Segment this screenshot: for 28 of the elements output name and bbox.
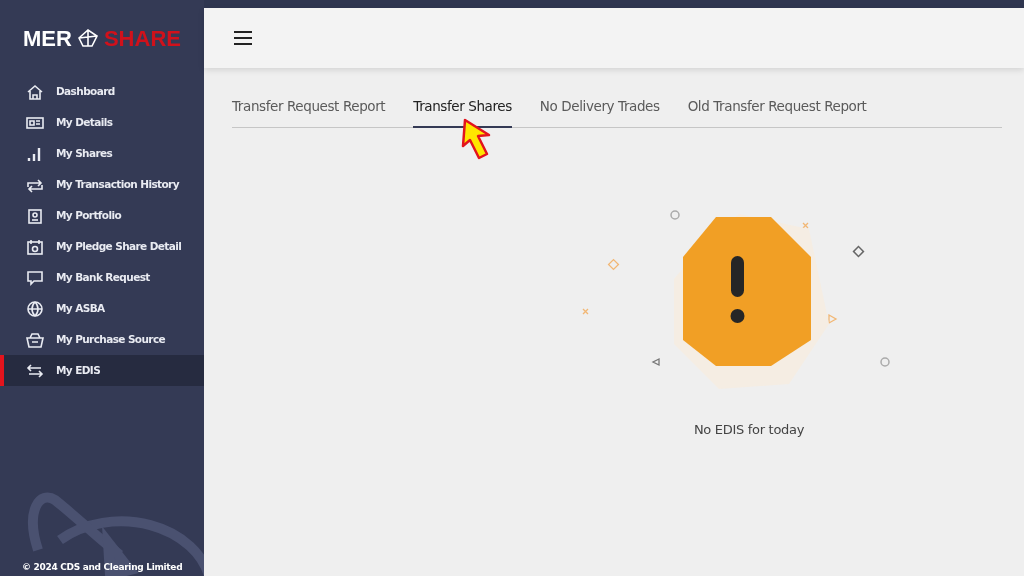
home-icon bbox=[26, 83, 44, 100]
sidebar-item[interactable]: My Transaction History bbox=[0, 169, 204, 200]
tab[interactable]: Transfer Request Report bbox=[232, 92, 386, 129]
menu-icon[interactable] bbox=[234, 31, 252, 45]
sidebar-item[interactable]: My Purchase Source bbox=[0, 324, 204, 355]
calendar-icon bbox=[26, 238, 44, 255]
sidebar-item[interactable]: My Bank Request bbox=[0, 262, 204, 293]
copyright-text: © 2024 CDS and Clearing Limited bbox=[22, 560, 183, 574]
sidebar-item[interactable]: My EDIS bbox=[0, 355, 204, 386]
sidebar-item[interactable]: My Pledge Share Detail bbox=[0, 231, 204, 262]
sidebar-item[interactable]: Dashboard bbox=[0, 76, 204, 107]
sidebar-item[interactable]: My ASBA bbox=[0, 293, 204, 324]
exchange-arrows-icon bbox=[26, 362, 44, 379]
basket-icon bbox=[26, 331, 44, 348]
tab[interactable]: No Delivery Trades bbox=[539, 92, 660, 129]
sidebar-item[interactable]: My Portfolio bbox=[0, 200, 204, 231]
id-card-icon bbox=[26, 114, 44, 131]
logo-icon bbox=[75, 27, 100, 49]
swap-arrows-icon bbox=[26, 176, 44, 193]
sidebar-item[interactable]: My Shares bbox=[0, 138, 204, 169]
clipboard-icon bbox=[26, 207, 44, 224]
logo-text: SHARE bbox=[103, 24, 181, 53]
tab[interactable]: Old Transfer Request Report bbox=[687, 92, 867, 129]
sidebar-item[interactable]: My Details bbox=[0, 107, 204, 138]
logo-text: MER bbox=[23, 24, 72, 53]
globe-icon bbox=[26, 300, 44, 317]
empty-message: No EDIS for today bbox=[693, 421, 805, 440]
comment-icon bbox=[26, 269, 44, 286]
